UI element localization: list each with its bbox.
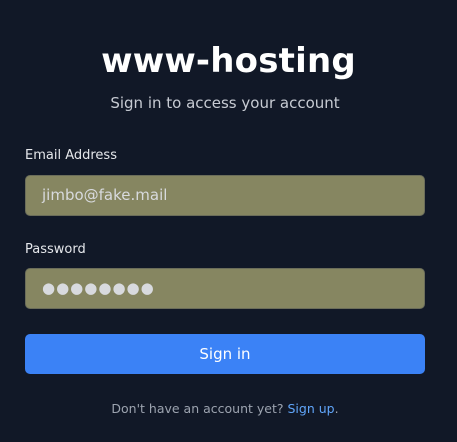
sign-in-button[interactable]: Sign in (25, 334, 425, 374)
signup-prompt-text: Don't have an account yet? (111, 401, 284, 416)
email-field[interactable]: jimbo@fake.mail (25, 175, 425, 216)
signup-prompt-suffix: . (334, 401, 339, 416)
password-field[interactable]: ●●●●●●●● (25, 268, 425, 309)
login-page: www-hosting Sign in to access your accou… (0, 0, 457, 442)
password-label: Password (25, 242, 86, 257)
signup-prompt: Don't have an account yet? Sign up. (0, 400, 450, 418)
sign-up-link[interactable]: Sign up (288, 401, 335, 416)
page-title: www-hosting (101, 41, 356, 81)
page-subtitle: Sign in to access your account (110, 94, 340, 112)
email-label: Email Address (25, 148, 117, 163)
